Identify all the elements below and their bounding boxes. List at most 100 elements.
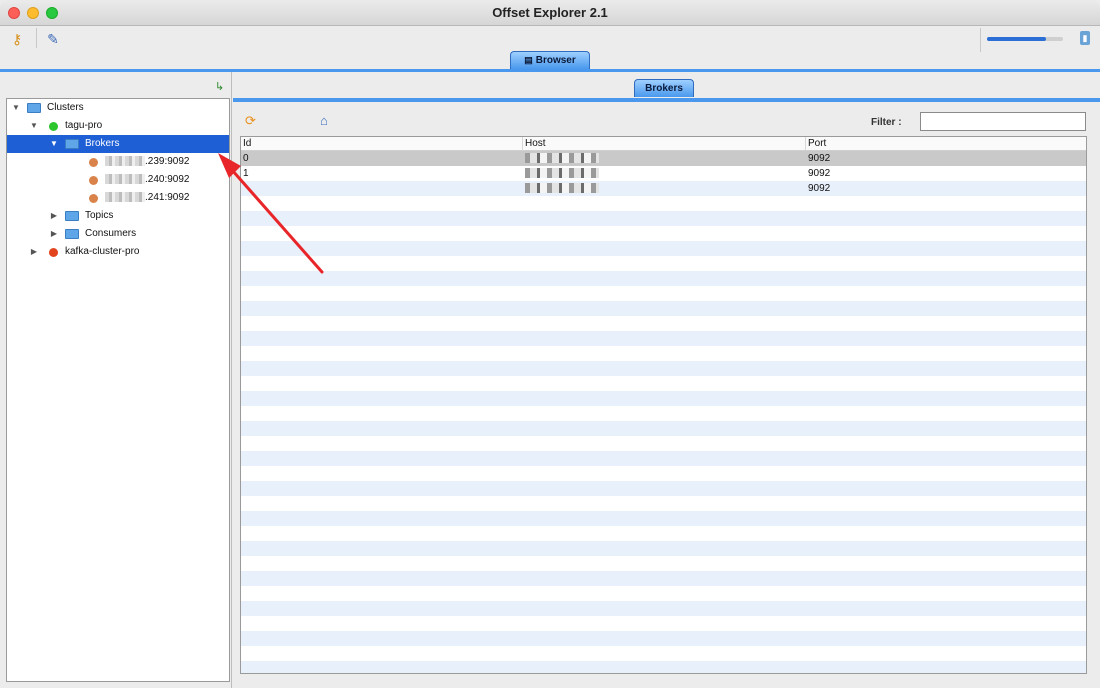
filter-input[interactable] (920, 112, 1086, 131)
empty-table-row (241, 571, 1086, 586)
tree-item-label: .239:9092 (145, 156, 190, 167)
tree-item-broker[interactable]: .241:9092 (7, 189, 229, 207)
chevron-right-icon[interactable]: ▶ (49, 225, 59, 243)
inbox-icon[interactable]: ⌂ (320, 113, 336, 129)
tab-brokers[interactable]: Brokers (634, 79, 694, 97)
refresh-arrow-icon[interactable]: ↳ (215, 80, 224, 93)
empty-table-row (241, 421, 1086, 436)
tree-item-label: kafka-cluster-pro (65, 246, 140, 257)
redacted-host (525, 153, 599, 164)
tree-item-kafka-cluster-pro[interactable]: ▶ kafka-cluster-pro (7, 243, 229, 261)
cluster-tree[interactable]: ▼ Clusters ▼ tagu-pro ▼ Brokers .239:909… (6, 98, 230, 682)
empty-table-row (241, 466, 1086, 481)
empty-table-row (241, 616, 1086, 631)
empty-table-row (241, 196, 1086, 211)
toolbar-separator (36, 28, 37, 48)
redacted-host (525, 183, 599, 194)
progress-area: ▮ (980, 28, 1092, 52)
empty-table-row (241, 661, 1086, 673)
tree-item-clusters[interactable]: ▼ Clusters (7, 99, 229, 117)
trash-icon[interactable]: ▮ (1080, 31, 1090, 45)
empty-table-row (241, 481, 1086, 496)
empty-table-row (241, 631, 1086, 646)
empty-table-row (241, 391, 1086, 406)
wand-icon[interactable]: ✎ (44, 30, 62, 48)
redacted-host (525, 168, 599, 179)
empty-table-row (241, 496, 1086, 511)
chevron-down-icon[interactable]: ▼ (11, 99, 21, 117)
cell-id: 0 (243, 153, 249, 164)
empty-table-row (241, 511, 1086, 526)
column-header-id[interactable]: Id (241, 137, 523, 151)
tree-item-topics[interactable]: ▶ Topics (7, 207, 229, 225)
table-body: 0 9092 1 9092 9092 (241, 151, 1086, 673)
tree-item-label: .241:9092 (145, 192, 190, 203)
tree-item-broker[interactable]: .239:9092 (7, 153, 229, 171)
tree-item-label-wrap: .241:9092 (105, 189, 190, 207)
folder-icon (65, 211, 79, 221)
tab-brokers-label: Brokers (645, 83, 683, 94)
filter-label: Filter : (871, 117, 902, 128)
folder-icon (65, 229, 79, 239)
right-panel: Brokers ⟳ ⌂ Filter : Id Host Port 0 9092 (233, 72, 1100, 688)
tree-item-label: tagu-pro (65, 120, 103, 131)
app-window: Offset Explorer 2.1 ⚷ ✎ ▮ ▤ Browser ↳ ▼ C… (0, 0, 1100, 688)
empty-table-row (241, 601, 1086, 616)
tab-browser-label: Browser (535, 55, 576, 66)
left-panel: ↳ ▼ Clusters ▼ tagu-pro ▼ Brokers .239:9… (0, 72, 232, 688)
tree-item-tagu-pro[interactable]: ▼ tagu-pro (7, 117, 229, 135)
cell-host (523, 181, 599, 196)
tree-item-label: Consumers (85, 228, 137, 239)
redacted-host (105, 174, 145, 185)
empty-table-row (241, 646, 1086, 661)
refresh-icon[interactable]: ⟳ (245, 113, 261, 129)
empty-table-row (241, 211, 1086, 226)
table-row[interactable]: 0 9092 (241, 151, 1086, 166)
folder-icon (65, 139, 79, 149)
chevron-right-icon[interactable]: ▶ (29, 243, 39, 261)
tree-item-brokers[interactable]: ▼ Brokers (7, 135, 229, 153)
chevron-right-icon[interactable]: ▶ (49, 207, 59, 225)
empty-table-row (241, 256, 1086, 271)
table-header: Id Host Port (241, 137, 1086, 151)
tree-item-consumers[interactable]: ▶ Consumers (7, 225, 229, 243)
tree-item-label: Brokers (85, 138, 120, 149)
redacted-host (105, 156, 145, 167)
tree-item-label: Topics (85, 210, 114, 221)
redacted-host (105, 192, 145, 203)
empty-table-row (241, 436, 1086, 451)
window-title: Offset Explorer 2.1 (492, 5, 608, 20)
cell-port: 9092 (808, 153, 831, 164)
connected-status-icon (49, 122, 58, 131)
progress-bar (987, 37, 1063, 41)
empty-table-row (241, 241, 1086, 256)
connect-icon[interactable]: ⚷ (8, 30, 26, 48)
progress-fill (987, 37, 1047, 41)
chevron-down-icon[interactable]: ▼ (49, 135, 59, 153)
cell-port: 9092 (808, 168, 831, 179)
table-row[interactable]: 1 9092 (241, 166, 1086, 181)
tree-item-label-wrap: .239:9092 (105, 153, 190, 171)
column-header-host[interactable]: Host (523, 137, 806, 151)
tree-item-broker[interactable]: .240:9092 (7, 171, 229, 189)
empty-table-row (241, 271, 1086, 286)
browser-icon: ▤ (524, 55, 533, 65)
empty-table-row (241, 226, 1086, 241)
top-tab-strip: ▤ Browser (0, 50, 1100, 70)
empty-table-row (241, 451, 1086, 466)
table-row[interactable]: 9092 (241, 181, 1086, 196)
cell-host (523, 151, 599, 166)
empty-table-row (241, 361, 1086, 376)
empty-table-row (241, 541, 1086, 556)
cell-id: 1 (243, 168, 249, 179)
column-header-port[interactable]: Port (806, 137, 1086, 151)
empty-table-row (241, 376, 1086, 391)
chevron-down-icon[interactable]: ▼ (29, 117, 39, 135)
action-bar: ⟳ ⌂ Filter : (233, 108, 1100, 134)
cell-port: 9092 (808, 183, 831, 194)
tab-browser[interactable]: ▤ Browser (510, 51, 590, 69)
tree-item-label: Clusters (47, 102, 84, 113)
tree-item-label-wrap: .240:9092 (105, 171, 190, 189)
title-bar: Offset Explorer 2.1 (0, 0, 1100, 26)
broker-icon (89, 158, 98, 167)
